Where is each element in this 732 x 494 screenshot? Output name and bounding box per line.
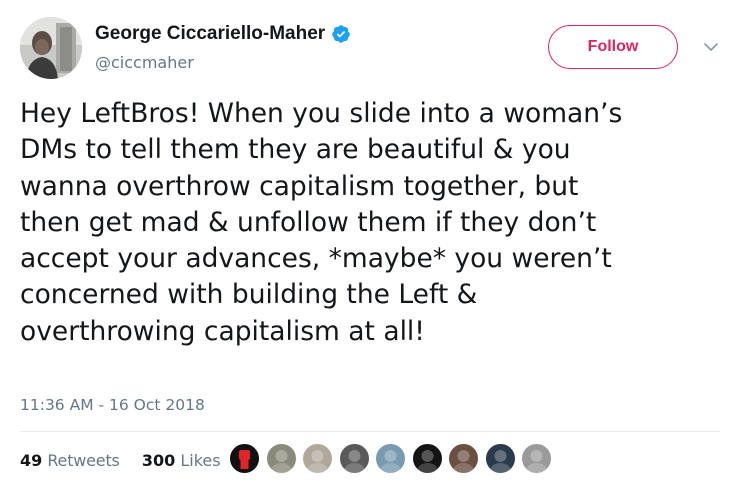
liker-avatars (228, 442, 553, 478)
likes-count: 300 (141, 451, 176, 470)
person-avatar[interactable] (264, 442, 298, 475)
retweets-count: 49 (20, 451, 43, 470)
verified-badge-icon (331, 24, 351, 44)
person-avatar[interactable] (410, 442, 444, 475)
author-handle[interactable]: @ciccmaher (95, 53, 194, 72)
person-avatar[interactable] (301, 442, 334, 475)
author-name-text: George Ciccariello-Maher (95, 23, 326, 44)
tweet-text: Hey LeftBros! When you slide into a woma… (20, 96, 720, 350)
person-avatar[interactable] (483, 442, 517, 475)
retweets-stat[interactable]: 49 Retweets (20, 451, 125, 470)
tweet-text-line: accept your advances, *maybe* you weren’… (20, 243, 612, 275)
tweet-text-line: overthrowing capitalism at all! (20, 315, 425, 347)
tweet-stats: 49 Retweets 300 Likes (20, 451, 221, 470)
tweet-text-line: wanna overthrow capitalism together, but (20, 170, 579, 202)
tweet-text-line: then get mad & unfollow them if they don… (20, 206, 597, 238)
tweet-text-line: DMs to tell them they are beautiful & yo… (20, 134, 571, 166)
person-avatar[interactable] (337, 442, 371, 475)
author-photo-icon (20, 17, 82, 79)
tweet-text-line: Hey LeftBros! When you slide into a woma… (20, 98, 623, 129)
tweet-text-line: concerned with building the Left & (20, 279, 478, 311)
follow-button[interactable]: Follow (548, 25, 678, 69)
likes-stat[interactable]: 300 Likes (142, 451, 221, 470)
person-avatar[interactable] (447, 442, 480, 475)
chevron-down-icon[interactable] (702, 38, 720, 56)
likes-label: Likes (180, 451, 221, 470)
raised-fist-avatar[interactable] (228, 442, 261, 475)
retweets-label: Retweets (47, 451, 120, 470)
author-display-name[interactable]: George Ciccariello-Maher (95, 23, 351, 45)
person-avatar[interactable] (374, 442, 407, 475)
divider (20, 431, 720, 432)
tweet-timestamp[interactable]: 11:36 AM - 16 Oct 2018 (20, 396, 205, 414)
author-avatar[interactable] (20, 17, 82, 79)
person-avatar[interactable] (520, 442, 553, 475)
